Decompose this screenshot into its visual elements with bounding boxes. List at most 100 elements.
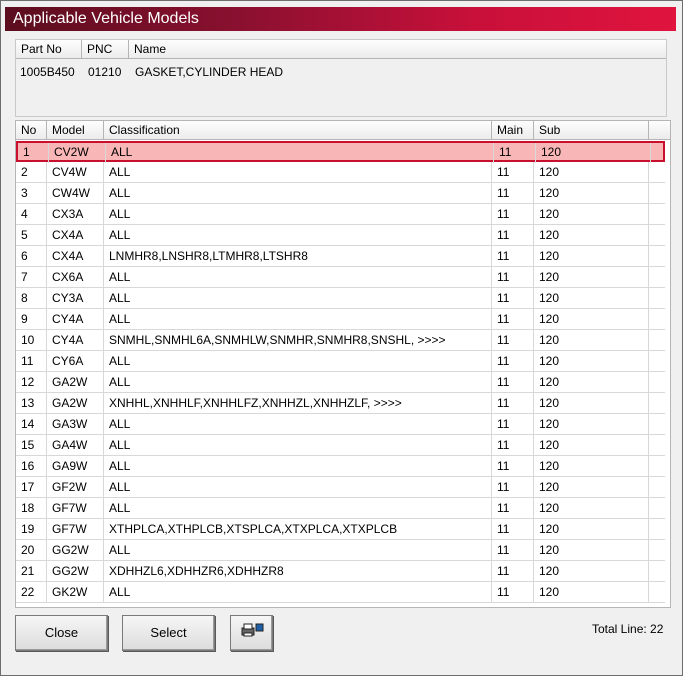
row-classification-cell: ALL (104, 435, 492, 455)
row-main-cell: 11 (492, 330, 534, 350)
table-row[interactable]: 11 CY6A ALL 11 120 (16, 351, 665, 372)
table-row[interactable]: 19 GF7W XTHPLCA,XTHPLCB,XTSPLCA,XTXPLCA,XT… (16, 519, 665, 540)
table-row[interactable]: 16 GA9W ALL 11 120 (16, 456, 665, 477)
row-model-cell: GF2W (47, 477, 104, 497)
row-classification-cell: ALL (104, 351, 492, 371)
row-no-cell: 5 (16, 225, 47, 245)
row-model-cell: GF7W (47, 498, 104, 518)
row-classification-cell: ALL (104, 162, 492, 182)
row-sub-cell: 120 (534, 561, 649, 581)
row-no-cell: 15 (16, 435, 47, 455)
table-row[interactable]: 22 GK2W ALL 11 120 (16, 582, 665, 603)
row-model-cell: CX3A (47, 204, 104, 224)
row-no-cell: 10 (16, 330, 47, 350)
row-main-cell: 11 (492, 477, 534, 497)
table-row[interactable]: 3 CW4W ALL 11 120 (16, 183, 665, 204)
row-no-cell: 12 (16, 372, 47, 392)
select-button[interactable]: Select (122, 615, 215, 651)
row-sub-cell: 120 (534, 393, 649, 413)
row-classification-cell: ALL (104, 582, 492, 602)
table-row[interactable]: 13 GA2W XNHHL,XNHHLF,XNHHLFZ,XNHHZL,XNHHZL… (16, 393, 665, 414)
row-sub-cell: 120 (534, 498, 649, 518)
row-sub-cell: 120 (534, 225, 649, 245)
row-main-cell: 11 (492, 288, 534, 308)
row-no-cell: 22 (16, 582, 47, 602)
table-row[interactable]: 21 GG2W XDHHZL6,XDHHZR6,XDHHZR8 11 120 (16, 561, 665, 582)
row-model-cell: CY4A (47, 330, 104, 350)
col-filler-header (649, 121, 670, 140)
col-classification-header[interactable]: Classification (104, 121, 492, 140)
print-button[interactable] (230, 615, 273, 651)
table-row[interactable]: 7 CX6A ALL 11 120 (16, 267, 665, 288)
row-no-cell: 7 (16, 267, 47, 287)
title-bar[interactable]: Applicable Vehicle Models (5, 7, 676, 31)
row-sub-cell: 120 (534, 414, 649, 434)
row-sub-cell: 120 (534, 435, 649, 455)
row-sub-cell: 120 (534, 582, 649, 602)
table-row[interactable]: 1 CV2W ALL 11 120 (16, 141, 665, 163)
row-classification-cell: ALL (104, 372, 492, 392)
row-model-cell: GG2W (47, 540, 104, 560)
table-row[interactable]: 6 CX4A LNMHR8,LNSHR8,LTMHR8,LTSHR8 11 120 (16, 246, 665, 267)
row-main-cell: 11 (492, 351, 534, 371)
row-model-cell: CY6A (47, 351, 104, 371)
row-model-cell: CW4W (47, 183, 104, 203)
row-sub-cell: 120 (536, 143, 651, 163)
col-no-header[interactable]: No (16, 121, 47, 140)
row-no-cell: 11 (16, 351, 47, 371)
row-model-cell: GA4W (47, 435, 104, 455)
row-main-cell: 11 (494, 143, 536, 163)
table-row[interactable]: 8 CY3A ALL 11 120 (16, 288, 665, 309)
row-main-cell: 11 (492, 246, 534, 266)
row-classification-cell: XDHHZL6,XDHHZR6,XDHHZR8 (104, 561, 492, 581)
row-main-cell: 11 (492, 414, 534, 434)
table-row[interactable]: 20 GG2W ALL 11 120 (16, 540, 665, 561)
row-classification-cell: ALL (104, 477, 492, 497)
row-main-cell: 11 (492, 204, 534, 224)
row-main-cell: 11 (492, 162, 534, 182)
row-classification-cell: ALL (104, 288, 492, 308)
table-row[interactable]: 18 GF7W ALL 11 120 (16, 498, 665, 519)
row-main-cell: 11 (492, 498, 534, 518)
row-main-cell: 11 (492, 267, 534, 287)
table-row[interactable]: 17 GF2W ALL 11 120 (16, 477, 665, 498)
applicable-models-window: Applicable Vehicle Models Part No PNC Na… (0, 0, 683, 676)
table-row[interactable]: 2 CV4W ALL 11 120 (16, 162, 665, 183)
row-sub-cell: 120 (534, 288, 649, 308)
row-main-cell: 11 (492, 519, 534, 539)
table-row[interactable]: 15 GA4W ALL 11 120 (16, 435, 665, 456)
close-button[interactable]: Close (15, 615, 108, 651)
row-main-cell: 11 (492, 309, 534, 329)
table-row[interactable]: 4 CX3A ALL 11 120 (16, 204, 665, 225)
part-info-panel: Part No PNC Name 1005B450 01210 GASKET,C… (15, 39, 667, 117)
row-model-cell: CX4A (47, 225, 104, 245)
row-model-cell: GA3W (47, 414, 104, 434)
table-row[interactable]: 5 CX4A ALL 11 120 (16, 225, 665, 246)
table-row[interactable]: 9 CY4A ALL 11 120 (16, 309, 665, 330)
row-classification-cell: ALL (104, 267, 492, 287)
models-table[interactable]: No Model Classification Main Sub 1 CV2W AL… (15, 120, 671, 608)
row-model-cell: CX4A (47, 246, 104, 266)
total-line-count: Total Line: 22 (592, 622, 664, 636)
row-no-cell: 16 (16, 456, 47, 476)
row-classification-cell: ALL (106, 143, 494, 163)
col-model-header[interactable]: Model (47, 121, 104, 140)
table-row[interactable]: 10 CY4A SNMHL,SNMHL6A,SNMHLW,SNMHR,SNMHR8,… (16, 330, 665, 351)
row-no-cell: 21 (16, 561, 47, 581)
col-sub-header[interactable]: Sub (534, 121, 649, 140)
row-classification-cell: ALL (104, 225, 492, 245)
row-no-cell: 17 (16, 477, 47, 497)
table-row[interactable]: 14 GA3W ALL 11 120 (16, 414, 665, 435)
row-model-cell: GA2W (47, 372, 104, 392)
row-main-cell: 11 (492, 582, 534, 602)
row-model-cell: CV4W (47, 162, 104, 182)
row-model-cell: CV2W (49, 143, 106, 163)
row-classification-cell: ALL (104, 498, 492, 518)
row-model-cell: GG2W (47, 561, 104, 581)
row-sub-cell: 120 (534, 519, 649, 539)
col-main-header[interactable]: Main (492, 121, 534, 140)
row-no-cell: 14 (16, 414, 47, 434)
row-sub-cell: 120 (534, 183, 649, 203)
table-row[interactable]: 12 GA2W ALL 11 120 (16, 372, 665, 393)
row-classification-cell: LNMHR8,LNSHR8,LTMHR8,LTSHR8 (104, 246, 492, 266)
